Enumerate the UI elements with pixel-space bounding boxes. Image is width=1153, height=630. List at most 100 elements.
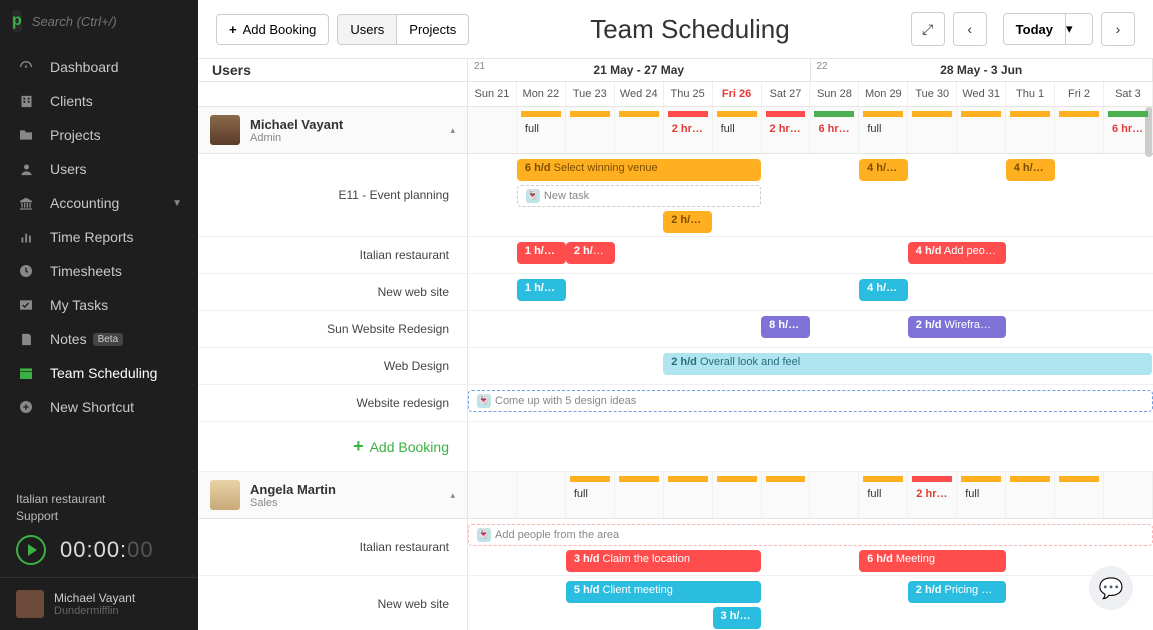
timer-task[interactable]: Support (16, 508, 182, 525)
avatar (210, 115, 240, 145)
avatar (16, 590, 44, 618)
user-row-header[interactable]: Angela MartinSales ▴ (198, 472, 468, 518)
building-icon (16, 94, 36, 109)
add-booking-button[interactable]: +Add Booking (216, 14, 329, 45)
check-icon (16, 297, 36, 313)
booking-event[interactable]: 2 h/d Wireframing (908, 316, 1006, 338)
next-week-button[interactable]: › (1101, 12, 1135, 46)
project-label[interactable]: Web Design (198, 348, 468, 384)
sidebar-item-dashboard[interactable]: Dashboard (0, 50, 198, 84)
tab-users[interactable]: Users (337, 14, 397, 45)
booking-event[interactable]: 5 h/d Client meeting (566, 581, 761, 603)
availability-row: full2 hr…full2 hr…6 hr…full6 hr… (468, 107, 1153, 153)
booking-event[interactable]: 6 h/d Meeting (859, 550, 1006, 572)
sidebar-item-users[interactable]: Users (0, 152, 198, 186)
day-header[interactable]: Fri 26 (713, 82, 762, 106)
timer-value: 00:00:00 (60, 537, 154, 563)
project-timeline[interactable]: 1 h/…2 h/d Add Fou… 4 h/d Add people from… (468, 237, 1153, 273)
booking-event[interactable]: 6 h/d Select winning venue (517, 159, 762, 181)
date-picker-button[interactable]: ▾ (1065, 13, 1093, 45)
plus-icon (16, 399, 36, 415)
app-logo[interactable]: p (12, 10, 22, 32)
booking-event[interactable]: 👻Add people from the area (468, 524, 1153, 546)
project-timeline[interactable]: 5 h/d Client meeting 2 h/d Pricing plan 3 … (468, 576, 1153, 630)
calendar-icon (16, 365, 36, 381)
booking-event[interactable]: 2 h/… (663, 211, 712, 233)
booking-event[interactable]: 3 h/… (713, 607, 762, 629)
project-timeline[interactable]: 👻Come up with 5 design ideas (468, 385, 1153, 421)
booking-event[interactable]: 4 h/… (859, 279, 908, 301)
day-header[interactable]: Sun 28 (810, 82, 859, 106)
booking-event[interactable]: 👻New task (517, 185, 762, 207)
user-footer[interactable]: Michael Vayant Dundermifflin (0, 577, 198, 630)
day-header[interactable]: Sun 21 (468, 82, 517, 106)
user-row-header[interactable]: Michael VayantAdmin ▴ (198, 107, 468, 153)
day-header[interactable]: Tue 23 (566, 82, 615, 106)
sidebar-item-timesheets[interactable]: Timesheets (0, 254, 198, 288)
sidebar-item-team-scheduling[interactable]: Team Scheduling (0, 356, 198, 390)
day-header[interactable]: Sat 27 (762, 82, 811, 106)
project-timeline[interactable]: 1 h/… 4 h/… (468, 274, 1153, 310)
folder-icon (16, 127, 36, 143)
dashboard-icon (16, 59, 36, 75)
sidebar-item-my-tasks[interactable]: My Tasks (0, 288, 198, 322)
day-header[interactable]: Sat 3 (1104, 82, 1153, 106)
add-booking-link[interactable]: +Add Booking (198, 422, 468, 471)
project-label[interactable]: New web site (198, 576, 468, 630)
collapse-icon[interactable]: ⤢ (911, 12, 945, 46)
booking-event[interactable]: 1 h/… (517, 242, 566, 264)
booking-event[interactable]: 3 h/d Claim the location (566, 550, 761, 572)
project-label[interactable]: Website redesign (198, 385, 468, 421)
schedule-body[interactable]: Michael VayantAdmin ▴ full2 hr…full2 hr…… (198, 107, 1153, 630)
sidebar-item-time-reports[interactable]: Time Reports (0, 220, 198, 254)
sidebar-item-new-shortcut[interactable]: New Shortcut (0, 390, 198, 424)
booking-event[interactable]: 2 h/d Add Fou… (566, 242, 615, 264)
user-icon (16, 162, 36, 177)
sidebar-item-projects[interactable]: Projects (0, 118, 198, 152)
project-label[interactable]: Italian restaurant (198, 519, 468, 575)
project-timeline[interactable]: 6 h/d Select winning venue 4 h/… 4 h/… 👻New… (468, 154, 1153, 236)
main: +Add Booking Users Projects Team Schedul… (198, 0, 1153, 630)
collapse-icon[interactable]: ▴ (450, 125, 455, 136)
booking-event[interactable]: 4 h/… (1006, 159, 1055, 181)
day-header[interactable]: Tue 30 (908, 82, 957, 106)
chevron-down-icon: ▼ (172, 198, 182, 209)
day-header[interactable]: Thu 25 (664, 82, 713, 106)
clock-icon (16, 263, 36, 279)
project-label[interactable]: Sun Website Redesign (198, 311, 468, 347)
collapse-icon[interactable]: ▴ (450, 490, 455, 501)
project-label[interactable]: New web site (198, 274, 468, 310)
sidebar-item-notes[interactable]: NotesBeta (0, 322, 198, 356)
day-header[interactable]: Mon 29 (859, 82, 908, 106)
day-header[interactable]: Fri 2 (1055, 82, 1104, 106)
project-timeline[interactable]: 8 h/… 2 h/d Wireframing (468, 311, 1153, 347)
today-button[interactable]: Today (1003, 13, 1066, 45)
play-button[interactable] (16, 535, 46, 565)
note-icon (16, 332, 36, 347)
timer-project[interactable]: Italian restaurant (16, 491, 182, 508)
chat-icon[interactable]: 💬 (1089, 566, 1133, 610)
search-input[interactable] (32, 14, 210, 29)
week-header: 2121 May - 27 May (468, 59, 811, 81)
sidebar-item-accounting[interactable]: Accounting▼ (0, 186, 198, 220)
booking-event[interactable]: 2 h/d Overall look and feel (663, 353, 1152, 375)
sidebar-item-clients[interactable]: Clients (0, 84, 198, 118)
prev-week-button[interactable]: ‹ (953, 12, 987, 46)
sidebar: p DashboardClientsProjectsUsersAccountin… (0, 0, 198, 630)
booking-event[interactable]: 1 h/… (517, 279, 566, 301)
project-label[interactable]: E11 - Event planning (198, 154, 468, 236)
tab-projects[interactable]: Projects (396, 14, 469, 45)
booking-event[interactable]: 👻Come up with 5 design ideas (468, 390, 1153, 412)
day-header[interactable]: Wed 31 (957, 82, 1006, 106)
booking-event[interactable]: 4 h/… (859, 159, 908, 181)
users-column-header: Users (198, 59, 468, 81)
booking-event[interactable]: 4 h/d Add people from the… (908, 242, 1006, 264)
day-header[interactable]: Wed 24 (615, 82, 664, 106)
day-header[interactable]: Thu 1 (1006, 82, 1055, 106)
booking-event[interactable]: 8 h/… (761, 316, 810, 338)
project-timeline[interactable]: 👻Add people from the area 3 h/d Claim the… (468, 519, 1153, 575)
project-timeline[interactable]: 2 h/d Overall look and feel (468, 348, 1153, 384)
booking-event[interactable]: 2 h/d Pricing plan (908, 581, 1006, 603)
day-header[interactable]: Mon 22 (517, 82, 566, 106)
project-label[interactable]: Italian restaurant (198, 237, 468, 273)
